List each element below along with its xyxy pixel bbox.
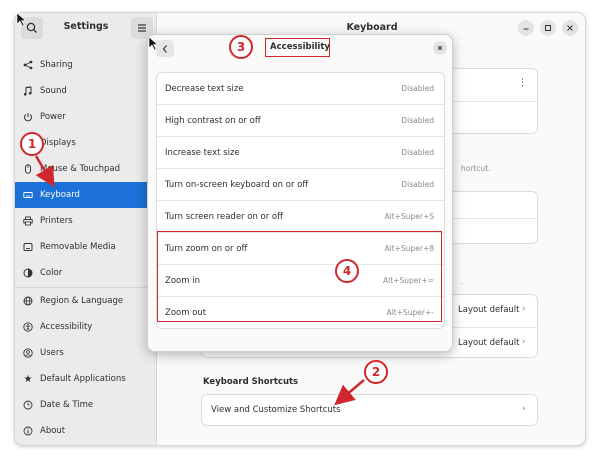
dialog-title-highlight [265, 38, 330, 57]
keyboard-icon [15, 190, 40, 200]
maximize-icon [545, 25, 551, 31]
shortcut-row[interactable]: Increase text size Disabled [157, 137, 444, 169]
more-options-icon[interactable]: ⋮ [518, 78, 527, 88]
printer-icon [15, 216, 40, 226]
sidebar-item-about[interactable]: About [15, 418, 157, 444]
shortcut-row[interactable]: Decrease text size Disabled [157, 73, 444, 105]
sidebar-item-label: Removable Media [40, 242, 116, 252]
sidebar-item-label: Sound [40, 86, 67, 96]
zoom-shortcuts-highlight [157, 231, 442, 322]
power-icon [15, 112, 40, 122]
shortcut-value: Disabled [401, 180, 434, 189]
sidebar-item-accessibility[interactable]: Accessibility [15, 314, 157, 340]
sidebar-item-sound[interactable]: Sound [15, 78, 157, 104]
shortcut-label: Increase text size [165, 148, 240, 158]
clock-icon [15, 400, 40, 410]
shortcut-label: Turn screen reader on or off [165, 212, 283, 222]
mouse-icon [15, 164, 40, 174]
step-badge-3: 3 [229, 35, 253, 59]
layout-row-value: Layout default [458, 305, 520, 315]
shortcut-value: Alt+Super+S [384, 212, 434, 221]
sidebar-item-label: Sharing [40, 60, 73, 70]
shortcut-row[interactable]: Turn on-screen keyboard on or off Disabl… [157, 169, 444, 201]
sidebar-item-users[interactable]: Users [15, 340, 157, 366]
sidebar-item-label: Accessibility [40, 322, 93, 332]
sidebar-item-sharing[interactable]: Sharing [15, 52, 157, 78]
search-icon [26, 22, 37, 33]
sidebar-item-label: Default Applications [40, 374, 126, 384]
maximize-button[interactable] [540, 20, 556, 36]
close-icon [437, 45, 443, 51]
hint-text: hortcut. [461, 164, 491, 173]
chevron-right-icon: › [522, 404, 526, 414]
sidebar-item-default-applications[interactable]: ★ Default Applications [15, 366, 157, 392]
sidebar-item-label: Displays [40, 138, 76, 148]
chevron-left-icon [162, 44, 167, 53]
sidebar-item-label: Power [40, 112, 66, 122]
sidebar-item-keyboard[interactable]: Keyboard [15, 182, 157, 208]
dialog-close-button[interactable] [433, 41, 447, 55]
step-badge-2: 2 [364, 360, 388, 384]
hint-text-2: . [461, 277, 464, 286]
minimize-icon [523, 28, 529, 30]
shortcut-label: Decrease text size [165, 84, 244, 94]
shortcuts-section-title: Keyboard Shortcuts [203, 377, 299, 387]
sidebar-item-label: Color [40, 268, 63, 278]
sidebar-item-power[interactable]: Power [15, 104, 157, 130]
search-button[interactable] [21, 17, 43, 39]
sidebar-item-label: Users [40, 348, 64, 358]
shortcut-row[interactable]: Turn screen reader on or off Alt+Super+S [157, 201, 444, 233]
minimize-button[interactable] [518, 20, 534, 36]
sidebar-item-label: Region & Language [40, 296, 124, 306]
close-icon [567, 25, 573, 31]
share-icon [15, 60, 40, 70]
sidebar: Settings Sharing Sound Power Displays Mo… [15, 13, 157, 445]
sidebar-item-label: Date & Time [40, 400, 94, 410]
sidebar-item-date-time[interactable]: Date & Time [15, 392, 157, 418]
music-note-icon [15, 86, 40, 96]
media-icon [15, 242, 40, 252]
view-shortcuts-label: View and Customize Shortcuts [211, 405, 341, 415]
info-icon [15, 426, 40, 436]
sidebar-item-printers[interactable]: Printers [15, 208, 157, 234]
back-button[interactable] [156, 40, 174, 57]
shortcut-value: Disabled [401, 84, 434, 93]
shortcut-value: Disabled [401, 116, 434, 125]
sidebar-item-label: Mouse & Touchpad [40, 164, 121, 174]
layout-row-value: Layout default [458, 338, 520, 348]
chevron-right-icon: › [522, 304, 526, 314]
chevron-right-icon: › [522, 337, 526, 347]
sidebar-item-region-language[interactable]: Region & Language [15, 288, 157, 314]
star-icon: ★ [23, 373, 33, 385]
step-badge-4: 4 [335, 259, 359, 283]
users-icon [15, 348, 40, 358]
sidebar-title: Settings [63, 21, 109, 32]
sidebar-item-label: About [40, 426, 66, 436]
step-badge-1: 1 [20, 132, 44, 156]
sidebar-item-label: Printers [40, 216, 73, 226]
globe-icon [15, 296, 40, 306]
sidebar-item-label: Keyboard [40, 190, 80, 200]
accessibility-icon [15, 322, 40, 332]
sidebar-header: Settings [15, 13, 157, 43]
sidebar-item-mouse-touchpad[interactable]: Mouse & Touchpad [15, 156, 157, 182]
view-shortcuts-row[interactable]: View and Customize Shortcuts › [201, 394, 538, 426]
close-window-button[interactable] [562, 20, 578, 36]
shortcut-label: High contrast on or off [165, 116, 261, 126]
sidebar-item-color[interactable]: Color [15, 260, 157, 286]
shortcut-value: Disabled [401, 148, 434, 157]
shortcut-label: Turn on-screen keyboard on or off [165, 180, 309, 190]
sidebar-item-removable-media[interactable]: Removable Media [15, 234, 157, 260]
color-icon [15, 268, 40, 278]
shortcut-row[interactable]: High contrast on or off Disabled [157, 105, 444, 137]
